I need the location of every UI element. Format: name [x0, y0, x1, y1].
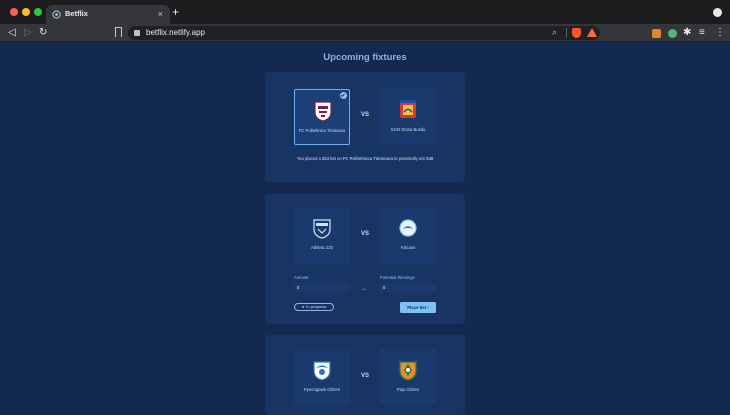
vs-label: VS [360, 373, 369, 379]
falcons-crest-icon [399, 219, 417, 237]
bet-note-text: You placed a [296, 156, 322, 161]
back-button[interactable]: ◁ [8, 25, 16, 41]
status-dot-icon [301, 305, 305, 309]
bet-confirmation-text: You placed a $24 bet on FC Politehnica T… [265, 156, 465, 161]
poli-timisoara-crest-icon [314, 101, 332, 122]
fixture-card: Athletic 220 VS Falcons Amount 0 → Poten… [265, 194, 465, 324]
tab-title: Betflix [65, 9, 88, 18]
selected-check-icon [340, 92, 347, 99]
amount-input[interactable]: 0 [294, 283, 350, 292]
extensions-icon[interactable]: ✱ [683, 27, 691, 39]
reload-button[interactable]: ↻ [39, 25, 47, 41]
bet-note-text: to potentially win [392, 156, 427, 161]
vs-label: VS [360, 231, 369, 237]
home-team-option[interactable]: FC Politehnica Timisoara [294, 89, 350, 145]
brave-shields-icon[interactable] [572, 28, 581, 38]
grammarly-extension-icon[interactable] [668, 29, 677, 38]
fixture-card: FC Politehnica Timisoara VS SCM Gloria B… [265, 72, 465, 182]
page-title: Upcoming fixtures [323, 52, 407, 63]
pyeongtaek-citizen-crest-icon [313, 361, 331, 381]
team-name: SCM Gloria Buzău [390, 127, 426, 132]
tab-search-icon[interactable] [713, 8, 722, 17]
team-name: Paju Citizen [396, 387, 420, 392]
bet-winnings: $48 [426, 156, 434, 161]
status-badge: In progress [294, 303, 334, 311]
vs-label: VS [360, 112, 369, 118]
url-text[interactable]: betflix.netlify.app [146, 28, 205, 37]
betflix-favicon-icon [52, 10, 61, 19]
reading-list-icon[interactable]: ≡ [699, 27, 705, 39]
team-name: Athletic 220 [311, 245, 333, 250]
zoom-window-button[interactable] [34, 8, 42, 16]
athletic-220-crest-icon [313, 219, 331, 239]
paju-citizen-crest-icon [399, 361, 417, 381]
team-name: Falcons [400, 245, 416, 250]
omnibox-divider [566, 28, 567, 38]
status-text: In progress [306, 304, 327, 309]
gloria-buzau-crest-icon [400, 100, 416, 118]
forward-button[interactable]: ▷ [24, 25, 32, 41]
bet-amount: $24 [321, 156, 329, 161]
potential-winnings-label: Potential Winnings [380, 275, 415, 280]
team-name: Pyeongtaek Citizen [303, 387, 341, 392]
metamask-extension-icon[interactable] [652, 29, 661, 38]
browser-tab[interactable]: Betflix × [46, 5, 170, 24]
lock-icon[interactable] [134, 30, 140, 36]
potential-winnings-field: 0 [380, 283, 436, 292]
browser-tab-bar: Betflix × + [0, 0, 730, 24]
tab-close-icon[interactable]: × [158, 8, 163, 20]
away-team-option[interactable]: SCM Gloria Buzău [380, 89, 436, 145]
fixture-card: Pyeongtaek Citizen VS Paju Citizen [265, 335, 465, 415]
home-team-option[interactable]: Pyeongtaek Citizen [294, 349, 350, 405]
away-team-option[interactable]: Falcons [380, 207, 436, 263]
brave-rewards-icon[interactable] [587, 28, 597, 37]
browser-menu-icon[interactable]: ⋮ [715, 27, 725, 39]
search-icon[interactable]: ⌕ [552, 27, 557, 38]
place-bet-button[interactable]: Place bet › [400, 302, 436, 313]
amount-label: Amount [294, 275, 309, 280]
home-team-option[interactable]: Athletic 220 [294, 207, 350, 263]
arrow-right-icon: → [361, 286, 367, 292]
away-team-option[interactable]: Paju Citizen [380, 349, 436, 405]
bet-note-text: bet on [328, 156, 343, 161]
minimize-window-button[interactable] [22, 8, 30, 16]
team-name: FC Politehnica Timisoara [298, 128, 346, 133]
close-window-button[interactable] [10, 8, 18, 16]
bet-team: FC Politehnica Timisoara [342, 156, 393, 161]
bookmark-icon[interactable] [115, 27, 122, 37]
browser-toolbar: ◁ ▷ ↻ betflix.netlify.app ⌕ ✱ ≡ ⋮ [0, 24, 730, 42]
new-tab-button[interactable]: + [172, 5, 179, 19]
address-bar[interactable]: betflix.netlify.app ⌕ [128, 26, 600, 40]
